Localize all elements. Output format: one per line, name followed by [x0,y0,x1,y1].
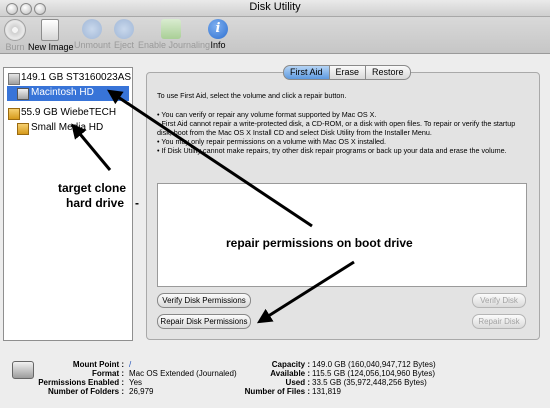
title-bar: Disk Utility [0,0,550,17]
window-title: Disk Utility [249,1,301,13]
first-aid-bullet-other: • If Disk Utility cannot make repairs, t… [157,146,507,155]
sidebar-item-label: 55.9 GB WiebeTECH [21,107,117,118]
permissions-label: Permissions Enabled : [38,378,124,387]
new-image-icon [41,19,59,41]
verify-disk-button[interactable]: Verify Disk [472,293,526,308]
new-image-button[interactable]: New Image [28,19,74,52]
info-icon: i [208,19,228,39]
unmount-label: Unmount [74,40,111,50]
annotation-hard-drive: hard drive [66,196,125,210]
eject-label: Eject [113,40,134,50]
tab-first-aid[interactable]: First Aid [283,65,330,80]
enable-journaling-button[interactable]: Enable Journaling [138,19,211,50]
used-label: Used : [285,378,310,387]
capacity-label: Capacity : [271,360,310,369]
sidebar-item-st3160023as[interactable]: 149.1 GB ST3160023AS [4,71,132,86]
annotation-target-clone: target clone [58,181,127,195]
toolbar: Burn New Image Unmount Eject Enable Jour… [0,17,550,54]
burn-label: Burn [5,42,25,52]
mount-point-label: Mount Point : [72,360,124,369]
folders-label: Number of Folders : [47,387,124,396]
sidebar-item-label: Macintosh HD [31,87,94,98]
files-label: Number of Files : [244,387,310,396]
info-button[interactable]: i Info [206,19,230,50]
disk-utility-window: Disk Utility Burn New Image Unmount Ejec… [0,0,550,408]
first-aid-intro: To use First Aid, select the volume and … [157,91,347,100]
permissions-value: Yes [129,378,143,387]
sidebar-item-macintosh-hd[interactable]: Macintosh HD [7,86,129,101]
repair-disk-button[interactable]: Repair Disk [472,314,526,329]
journaling-icon [161,19,181,39]
hard-disk-icon [8,73,20,85]
info-label: Info [210,40,226,50]
burn-button[interactable]: Burn [3,19,27,52]
volume-info: Mount Point : / Format : Mac OS Extended… [0,352,550,408]
sidebar-item-label: 149.1 GB ST3160023AS [21,72,132,83]
unmount-button[interactable]: Unmount [74,19,111,50]
results-log[interactable] [157,183,527,287]
burn-icon [4,19,26,41]
enable-journaling-label: Enable Journaling [138,40,211,50]
folders-value: 26,979 [129,387,154,396]
eject-icon [114,19,134,39]
repair-permissions-button[interactable]: Repair Disk Permissions [157,314,251,329]
annotation-dash: - [135,196,139,210]
files-value: 131,819 [312,387,341,396]
tab-restore[interactable]: Restore [366,65,411,80]
used-value: 33.5 GB (35,972,448,256 Bytes) [312,378,427,387]
available-label: Available : [270,369,310,378]
unmount-icon [82,19,102,39]
mount-point-value: / [129,360,132,369]
annotation-repair-note: repair permissions on boot drive [226,236,413,250]
new-image-label: New Image [28,42,74,52]
sidebar-item-label: Small Media HD [31,122,104,133]
eject-button[interactable]: Eject [112,19,136,50]
sidebar-item-small-media-hd[interactable]: Small Media HD [4,121,132,136]
external-disk-icon [8,108,20,120]
tab-bar: First Aid Erase Restore [283,65,411,80]
external-volume-icon [17,123,29,135]
verify-permissions-button[interactable]: Verify Disk Permissions [157,293,251,308]
volume-icon [17,88,29,100]
sidebar-item-wiebetech[interactable]: 55.9 GB WiebeTECH [4,106,132,121]
tab-erase[interactable]: Erase [329,65,367,80]
capacity-value: 149.0 GB (160,040,947,712 Bytes) [312,360,436,369]
available-value: 115.5 GB (124,056,104,960 Bytes) [312,369,436,378]
format-label: Format : [92,369,124,378]
first-aid-bullet-startup: • First Aid cannot repair a write-protec… [157,119,516,137]
